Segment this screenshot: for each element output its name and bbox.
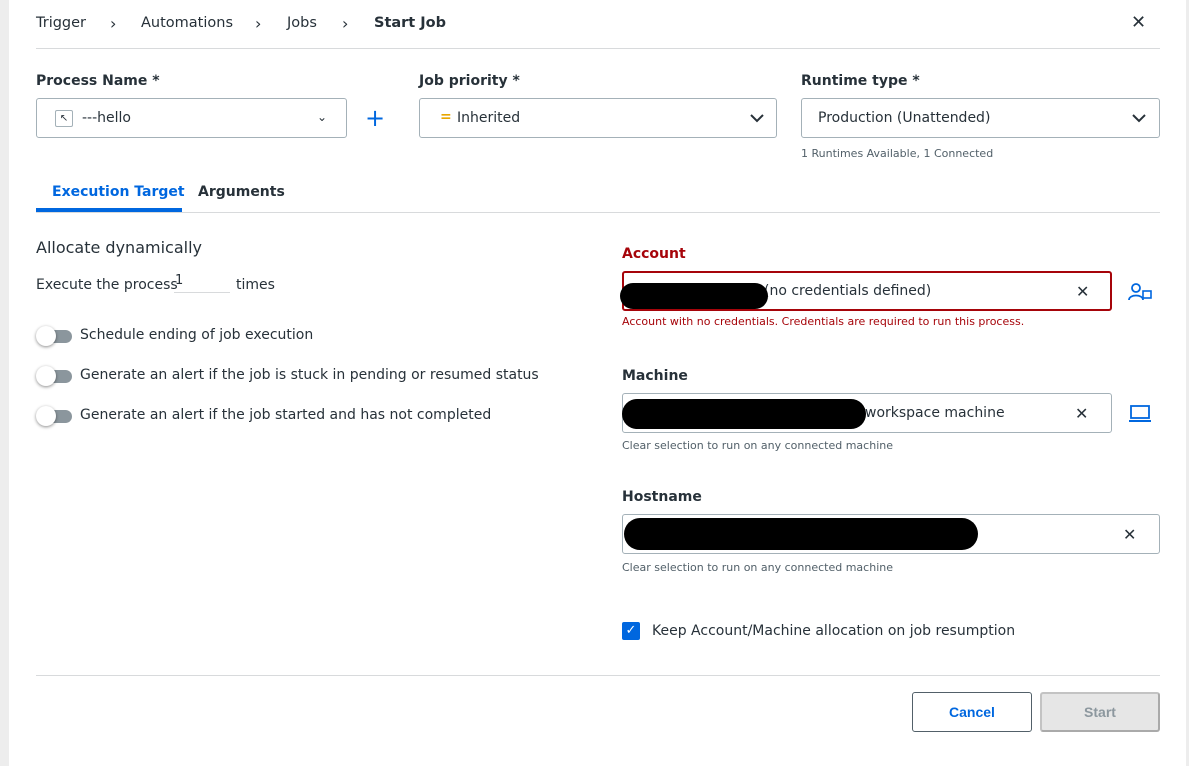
left-scroll-gutter: [0, 0, 9, 766]
runtime-type-label: Runtime type *: [801, 73, 920, 89]
chevron-down-icon: [1132, 114, 1146, 123]
schedule-ending-toggle[interactable]: [36, 325, 72, 346]
redacted-account: [620, 283, 768, 309]
runtime-type-select[interactable]: Production (Unattended): [801, 98, 1160, 138]
process-name-label: Process Name *: [36, 73, 160, 89]
breadcrumb-jobs[interactable]: Jobs: [287, 15, 317, 31]
tabs-divider: [36, 212, 1160, 213]
header-divider: [36, 48, 1160, 49]
clear-hostname-icon[interactable]: ✕: [1123, 525, 1136, 544]
runtime-type-value: Production (Unattended): [818, 110, 991, 126]
machine-hint: Clear selection to run on any connected …: [622, 439, 893, 452]
clear-machine-icon[interactable]: ✕: [1075, 404, 1088, 423]
clear-account-icon[interactable]: ✕: [1076, 282, 1089, 301]
account-error: Account with no credentials. Credentials…: [622, 315, 1025, 328]
schedule-ending-label: Schedule ending of job execution: [80, 327, 314, 343]
redacted-machine: [622, 399, 866, 429]
account-value-suffix: (no credentials defined): [764, 283, 932, 299]
hostname-hint: Clear selection to run on any connected …: [622, 561, 893, 574]
account-label: Account: [622, 246, 686, 262]
execute-suffix: times: [236, 277, 275, 293]
chevron-down-icon: ⌄: [317, 110, 328, 124]
execute-prefix: Execute the process: [36, 277, 178, 293]
laptop-icon[interactable]: [1128, 404, 1152, 424]
hostname-label: Hostname: [622, 489, 702, 505]
breadcrumb-start-job: Start Job: [374, 15, 447, 31]
chevron-right-icon: ›: [255, 14, 262, 33]
machine-value-suffix: workspace machine: [865, 405, 1005, 421]
not-completed-alert-label: Generate an alert if the job started and…: [80, 407, 492, 423]
close-icon[interactable]: ✕: [1131, 12, 1146, 33]
job-priority-select[interactable]: = Inherited: [419, 98, 777, 138]
breadcrumb-automations[interactable]: Automations: [141, 15, 233, 31]
chevron-right-icon: ›: [342, 14, 349, 33]
execute-count-input[interactable]: 1: [174, 273, 230, 293]
process-cursor-icon: ↖: [55, 110, 73, 127]
job-priority-value: Inherited: [457, 110, 521, 126]
not-completed-alert-toggle[interactable]: [36, 405, 72, 426]
start-button[interactable]: Start: [1040, 692, 1160, 732]
chevron-down-icon: [750, 114, 764, 123]
runtime-availability-hint: 1 Runtimes Available, 1 Connected: [801, 147, 994, 160]
cancel-button[interactable]: Cancel: [912, 692, 1032, 732]
allocate-title: Allocate dynamically: [36, 238, 202, 257]
process-name-value: ---hello: [82, 110, 131, 126]
footer-divider: [36, 675, 1160, 676]
pending-alert-toggle[interactable]: [36, 365, 72, 386]
process-name-select[interactable]: ↖ ---hello ⌄: [36, 98, 347, 138]
keep-allocation-checkbox[interactable]: ✓: [622, 622, 640, 640]
tab-execution-target[interactable]: Execution Target: [52, 184, 185, 200]
redacted-hostname: [624, 518, 978, 550]
tab-arguments[interactable]: Arguments: [198, 184, 285, 200]
user-group-icon[interactable]: [1128, 282, 1152, 302]
keep-allocation-label: Keep Account/Machine allocation on job r…: [652, 623, 1016, 639]
plus-icon[interactable]: +: [365, 104, 385, 132]
job-priority-label: Job priority *: [419, 73, 520, 89]
breadcrumb-trigger[interactable]: Trigger: [36, 15, 86, 31]
chevron-right-icon: ›: [110, 14, 117, 33]
priority-equal-icon: =: [440, 109, 452, 125]
machine-label: Machine: [622, 368, 688, 384]
pending-alert-label: Generate an alert if the job is stuck in…: [80, 367, 539, 383]
